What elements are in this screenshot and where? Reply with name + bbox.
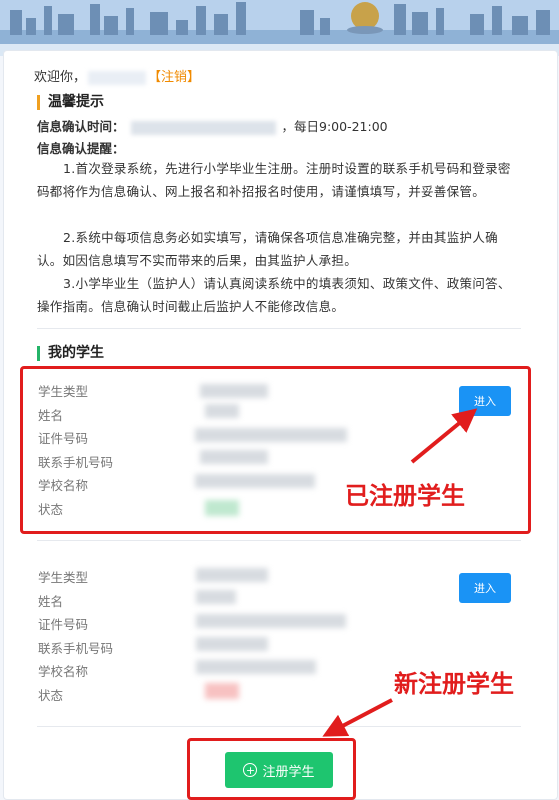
student-2-type-redacted bbox=[196, 568, 268, 582]
username-redacted bbox=[88, 70, 147, 85]
logout-link[interactable]: 注销 bbox=[161, 70, 187, 85]
field-school: 学校名称 bbox=[38, 664, 89, 680]
section-divider bbox=[37, 328, 521, 329]
city-skyline-image bbox=[0, 0, 559, 56]
student-2-school-redacted bbox=[196, 660, 316, 674]
field-phone: 联系手机号码 bbox=[38, 640, 114, 656]
confirm-time-line: 信息确认时间： ，每日9:00-21:00 bbox=[37, 116, 388, 135]
logout-bracket-open: 【 bbox=[148, 70, 162, 85]
top-banner-image bbox=[0, 0, 559, 56]
student-2-labels: 学生类型 姓名 证件号码 联系手机号码 学校名称 状态 bbox=[38, 566, 113, 708]
tip-item-2: 2.系统中每项信息务必如实填写，请确保各项信息准确完整，并由其监护人确认。如因信… bbox=[37, 230, 498, 268]
student-2-id-redacted bbox=[196, 614, 346, 628]
register-highlight-box bbox=[187, 738, 356, 800]
students-title: 我的学生 bbox=[37, 346, 104, 361]
tips-title: 温馨提示 bbox=[37, 95, 104, 110]
logout-bracket-close: 】 bbox=[187, 70, 201, 85]
student-2-enter-button[interactable]: 进入 bbox=[459, 573, 511, 603]
field-name: 姓名 bbox=[38, 593, 64, 609]
tip-item-3: 3.小学毕业生（监护人）请认真阅读系统中的填表须知、政策文件、政策问答、操作指南… bbox=[37, 276, 511, 314]
confirm-date-redacted bbox=[130, 120, 276, 135]
field-status: 状态 bbox=[38, 687, 64, 703]
field-student-type: 学生类型 bbox=[38, 570, 89, 585]
welcome-line: 欢迎你， 【注销】 bbox=[34, 66, 200, 85]
tip-item-1: 1.首次登录系统，先进行小学毕业生注册。注册时设置的联系手机号码和登录密码都将作… bbox=[37, 161, 511, 199]
student-divider bbox=[37, 540, 521, 541]
annotation-new-register: 新注册学生 bbox=[394, 670, 514, 698]
confirm-time-suffix: ，每日9:00-21:00 bbox=[281, 119, 388, 134]
confirm-remind-label: 信息确认提醒： bbox=[37, 141, 125, 156]
bottom-divider bbox=[37, 726, 521, 727]
field-id-number: 证件号码 bbox=[38, 617, 89, 633]
confirm-time-label: 信息确认时间： bbox=[37, 119, 125, 134]
annotation-registered: 已注册学生 bbox=[345, 482, 465, 510]
student-2-phone-redacted bbox=[196, 637, 268, 651]
student-2-status-redacted bbox=[205, 683, 239, 699]
student-2-name-redacted bbox=[196, 590, 236, 604]
welcome-prefix: 欢迎你， bbox=[34, 70, 87, 85]
